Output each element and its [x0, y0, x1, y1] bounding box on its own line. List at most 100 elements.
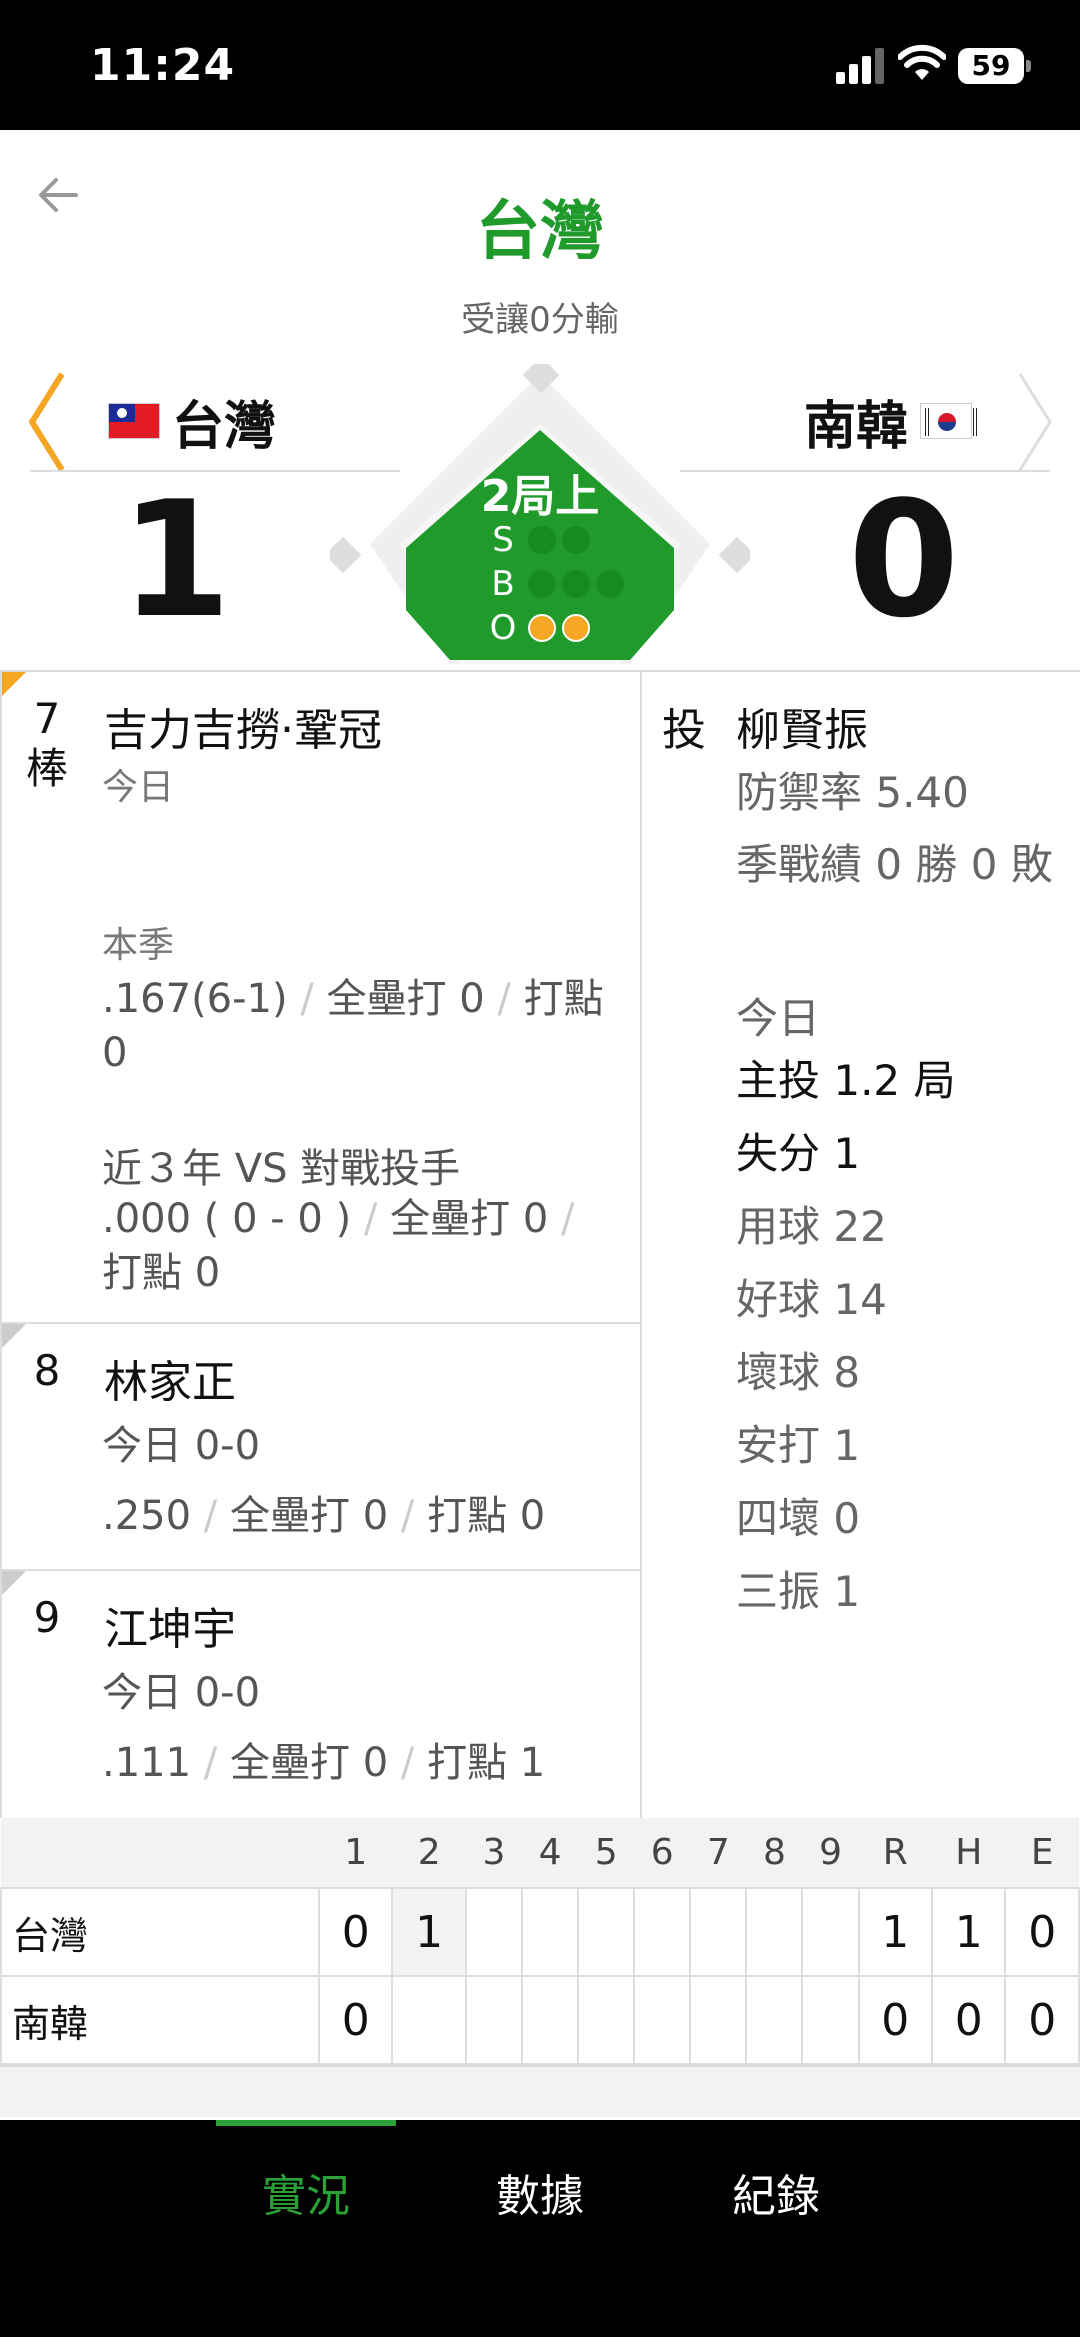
- batting-order: 9: [33, 1593, 61, 1642]
- runs-cell: 0: [857, 1975, 934, 2065]
- inning-cell: [633, 1887, 692, 1977]
- today-stats: 今日 0-0: [102, 1423, 261, 1469]
- linescore: 1 2 3 4 5 6 7 8 9 R H E 台灣 0 1 1 1 0 南韓 …: [0, 1818, 1080, 2117]
- pitcher-era: 防禦率 5.40: [736, 768, 969, 817]
- season-stats: .111 / 全壘打 0 / 打點 1: [102, 1740, 546, 1786]
- inning-cell: [464, 1887, 524, 1977]
- third-base: [330, 536, 362, 574]
- inning-cell: [689, 1887, 748, 1977]
- errors-header: E: [1005, 1818, 1079, 1888]
- inning-header: 5: [578, 1818, 635, 1888]
- signal-icon: [836, 48, 886, 84]
- season-stats: .167(6-1) / 全壘打 0 / 打點 0: [102, 976, 604, 1076]
- inning-cell: [745, 1975, 804, 2065]
- hits-cell: 0: [931, 1975, 1007, 2065]
- pitcher-balls: 壞球 8: [736, 1348, 861, 1397]
- tab-records[interactable]: 紀錄: [676, 2160, 876, 2224]
- vs-stats: .000 ( 0 - 0 ) / 全壘打 0 / 打點 0: [102, 1196, 575, 1296]
- inning-cell: [464, 1975, 524, 2065]
- out-dot: [528, 614, 556, 642]
- hits-cell: 1: [931, 1887, 1007, 1977]
- inning-cell: [520, 1887, 580, 1977]
- out-count: O: [484, 608, 590, 648]
- team-home-name: 南韓: [803, 396, 908, 457]
- korea-flag-icon: [920, 403, 977, 439]
- inning-cell: [577, 1887, 636, 1977]
- ball-dot: [596, 570, 624, 598]
- pitcher-today-label: 今日: [736, 994, 821, 1043]
- taiwan-flag-icon: [108, 403, 160, 439]
- inning-header: 6: [634, 1818, 691, 1888]
- season-avg: .167(6-1): [102, 976, 288, 1022]
- linescore-team: 台灣: [0, 1887, 320, 1977]
- inning-cell: [633, 1975, 692, 2065]
- vs-avg: .000 ( 0 - 0 ): [102, 1196, 352, 1242]
- ball-count: B: [484, 564, 624, 604]
- batter-card[interactable]: 8 林家正 今日 0-0 .250 / 全壘打 0 / 打點 0: [2, 1324, 642, 1571]
- strike-count: S: [484, 520, 590, 560]
- wifi-icon: [898, 44, 946, 80]
- season-avg: .111: [102, 1740, 192, 1786]
- vs-rbi: 打點 0: [102, 1250, 221, 1296]
- status-bar: 11:24 59: [0, 0, 1080, 130]
- tab-stats[interactable]: 數據: [440, 2160, 640, 2224]
- batters-column: 7 棒 吉力吉撈‧鞏冠 今日 本季 .167(6-1) / 全壘打 0 / 打點…: [0, 672, 642, 1818]
- batter-name: 江坤宇: [104, 1604, 236, 1655]
- current-batter-marker: [2, 672, 26, 696]
- pitcher-walks: 四壞 0: [736, 1494, 861, 1543]
- first-base: [718, 536, 750, 574]
- pitcher-runs: 失分 1: [736, 1129, 861, 1178]
- season-stats: .250 / 全壘打 0 / 打點 0: [102, 1493, 546, 1539]
- vs-hr: 全壘打 0: [390, 1196, 549, 1242]
- batter-card[interactable]: 9 江坤宇 今日 0-0 .111 / 全壘打 0 / 打點 1: [2, 1571, 642, 1818]
- hits-header: H: [932, 1818, 1006, 1888]
- season-avg: .250: [102, 1493, 192, 1539]
- batter-card-current[interactable]: 7 棒 吉力吉撈‧鞏冠 今日 本季 .167(6-1) / 全壘打 0 / 打點…: [2, 672, 642, 1324]
- pitcher-name[interactable]: 柳賢振: [736, 694, 868, 758]
- season-hr: 全壘打 0: [229, 1740, 389, 1786]
- pitcher-hits: 安打 1: [736, 1421, 861, 1470]
- linescore-team: 南韓: [0, 1975, 320, 2065]
- ball-dot: [528, 570, 556, 598]
- linescore-table: 1 2 3 4 5 6 7 8 9 R H E 台灣 0 1 1 1 0 南韓 …: [0, 1818, 1080, 2065]
- season-rbi: 打點 0: [427, 1493, 546, 1539]
- batting-order: 7 棒: [25, 694, 68, 794]
- bottom-tab-bar: 實況 數據 紀錄: [0, 2120, 1080, 2337]
- runs-cell: 1: [857, 1887, 934, 1977]
- inning-cell: [520, 1975, 580, 2065]
- tab-live[interactable]: 實況: [206, 2160, 406, 2224]
- batting-order: 8: [33, 1346, 61, 1395]
- pitcher-strikeouts: 三振 1: [736, 1567, 861, 1616]
- active-tab-indicator: [216, 2120, 396, 2126]
- today-label: 今日: [102, 767, 175, 808]
- linescore-footer: [0, 2065, 1080, 2117]
- pitcher-pitches: 用球 22: [736, 1202, 887, 1251]
- battery-icon: 59: [958, 48, 1031, 84]
- out-dot: [562, 614, 590, 642]
- chevron-right-icon[interactable]: [1010, 370, 1060, 474]
- matchup-panel: 7 棒 吉力吉撈‧鞏冠 今日 本季 .167(6-1) / 全壘打 0 / 打點…: [0, 670, 1080, 1818]
- batter-marker: [2, 1324, 26, 1348]
- inning-header: 9: [802, 1818, 859, 1888]
- home-score: 0: [848, 466, 960, 653]
- season-hr: 全壘打 0: [229, 1493, 389, 1539]
- pitcher-column: 投 柳賢振 防禦率 5.40 季戰績 0 勝 0 敗 今日 主投 1.2 局 失…: [644, 672, 1080, 1818]
- batter-name: 吉力吉撈‧鞏冠: [104, 705, 382, 756]
- inning-cell: 0: [317, 1975, 394, 2065]
- strike-label: S: [492, 520, 514, 560]
- inning-cell: [801, 1975, 860, 2065]
- season-rbi: 打點 1: [427, 1740, 546, 1786]
- status-time: 11:24: [90, 40, 236, 91]
- team-away-name: 台灣: [172, 396, 277, 457]
- inning-cell: [577, 1975, 636, 2065]
- inning-cell: [801, 1887, 860, 1977]
- linescore-row-away: 台灣 0 1 1 1 0: [0, 1887, 1080, 1977]
- pitcher-strikes: 好球 14: [736, 1275, 887, 1324]
- inning-header: 2: [392, 1818, 466, 1888]
- pitcher-innings: 主投 1.2 局: [736, 1056, 956, 1105]
- inning-header: 4: [522, 1818, 579, 1888]
- linescore-row-home: 南韓 0 0 0 0: [0, 1975, 1080, 2065]
- inning-indicator: 2局上: [480, 471, 600, 522]
- inning-cell: [745, 1887, 804, 1977]
- linescore-team-header: [1, 1818, 319, 1888]
